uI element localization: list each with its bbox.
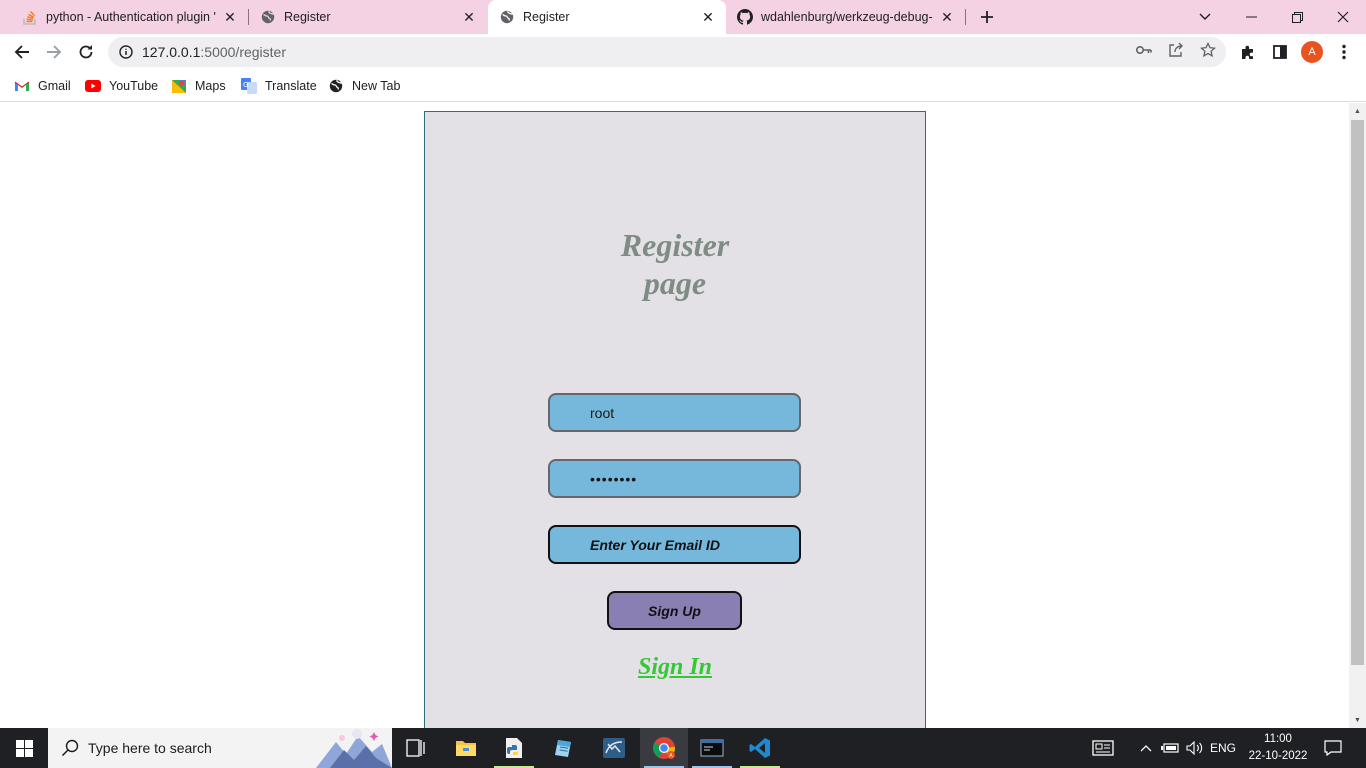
tab-title: Register [523, 10, 570, 24]
tab-close-icon[interactable]: ✕ [700, 9, 716, 25]
page-title-line2: page [643, 265, 707, 301]
tab-strip: python - Authentication plugin 'c ✕ Regi… [0, 0, 1366, 34]
windows-taskbar: Type here to search A ENG 11:00 22-10-20… [0, 728, 1366, 768]
page-viewport: Register page root •••••••• Enter Your E… [0, 103, 1349, 728]
tab-title: wdahlenburg/werkzeug-debug-c [761, 10, 933, 24]
system-clock[interactable]: 11:00 22-10-2022 [1236, 731, 1320, 765]
vertical-scrollbar[interactable]: ▲ ▼ [1349, 103, 1366, 728]
side-panel-icon[interactable] [1270, 42, 1290, 62]
clock-date: 22-10-2022 [1248, 750, 1308, 762]
language-indicator[interactable]: ENG [1208, 728, 1238, 768]
reload-icon[interactable] [72, 38, 100, 66]
clock-time: 11:00 [1264, 733, 1292, 745]
scroll-thumb[interactable] [1351, 120, 1364, 665]
restore-icon[interactable] [1274, 0, 1320, 34]
register-card: Register page root •••••••• Enter Your E… [424, 111, 926, 728]
bookmark-translate[interactable]: G Translate [241, 76, 317, 96]
share-icon[interactable] [1167, 41, 1185, 59]
bookmark-label: YouTube [109, 79, 159, 93]
page-title-line1: Register [620, 227, 730, 263]
url-host: 127.0.0.1 [142, 44, 201, 60]
translate-icon: G [241, 78, 257, 94]
new-tab-plus-icon[interactable] [975, 5, 999, 29]
bookmark-label: New Tab [352, 79, 401, 93]
profile-avatar[interactable]: A [1301, 41, 1323, 63]
close-window-icon[interactable] [1320, 0, 1366, 34]
mysql-workbench-icon[interactable] [590, 728, 638, 768]
bookmark-label: Maps [195, 79, 226, 93]
show-hidden-icons-chevron-icon[interactable] [1137, 728, 1155, 768]
tab-register-active[interactable]: Register ✕ [488, 0, 726, 34]
globe-icon [328, 78, 344, 94]
tab-register[interactable]: Register ✕ [249, 0, 487, 34]
key-icon[interactable] [1135, 41, 1153, 59]
tab-close-icon[interactable]: ✕ [939, 9, 955, 25]
search-icon [60, 738, 80, 758]
menu-kebab-icon[interactable] [1334, 42, 1354, 62]
vscode-icon[interactable] [736, 728, 784, 768]
news-widget-icon[interactable] [1088, 728, 1118, 768]
tab-stackoverflow[interactable]: python - Authentication plugin 'c ✕ [0, 0, 248, 34]
svg-text:G: G [243, 81, 248, 89]
search-highlight-illustration-icon [312, 728, 392, 768]
forward-arrow-icon[interactable] [40, 38, 68, 66]
notepad-icon[interactable] [540, 728, 588, 768]
notification-center-icon[interactable] [1318, 728, 1348, 768]
minimize-icon[interactable] [1228, 0, 1274, 34]
tab-close-icon[interactable]: ✕ [461, 9, 477, 25]
stackoverflow-icon [22, 9, 38, 25]
svg-text:A: A [669, 753, 673, 759]
globe-icon [260, 9, 276, 25]
browser-toolbar: 127.0.0.1:5000/register A [0, 34, 1366, 70]
maps-icon [171, 78, 187, 94]
bookmark-maps[interactable]: Maps [171, 76, 226, 96]
bookmark-star-icon[interactable] [1199, 41, 1217, 59]
gmail-icon [14, 78, 30, 94]
bookmark-label: Translate [265, 79, 317, 93]
site-info-icon[interactable] [118, 44, 134, 60]
search-placeholder: Type here to search [88, 740, 212, 756]
sign-up-button[interactable]: Sign Up [607, 591, 742, 630]
windows-start-icon[interactable] [0, 728, 48, 768]
taskbar-search-box[interactable]: Type here to search [48, 728, 392, 768]
battery-icon[interactable] [1159, 728, 1181, 768]
task-view-icon[interactable] [392, 728, 440, 768]
volume-icon[interactable] [1184, 728, 1206, 768]
bookmark-gmail[interactable]: Gmail [14, 76, 71, 96]
bookmarks-bar: Gmail YouTube Maps G Translate New Tab [0, 70, 1366, 102]
tab-github[interactable]: wdahlenburg/werkzeug-debug-c ✕ [727, 0, 965, 34]
github-icon [737, 9, 753, 25]
chrome-icon[interactable]: A [640, 728, 688, 768]
password-input[interactable]: •••••••• [548, 459, 801, 498]
bookmark-label: Gmail [38, 79, 71, 93]
tab-search-chevron-icon[interactable] [1182, 0, 1228, 34]
tab-title: Register [284, 10, 331, 24]
username-input[interactable]: root [548, 393, 801, 432]
python-idle-icon[interactable] [490, 728, 538, 768]
address-bar[interactable]: 127.0.0.1:5000/register [108, 37, 1226, 67]
bookmark-new-tab[interactable]: New Tab [328, 76, 400, 96]
email-input[interactable]: Enter Your Email ID [548, 525, 801, 564]
sign-in-link[interactable]: Sign In [425, 654, 925, 681]
page-title: Register page [425, 226, 925, 302]
tab-close-icon[interactable]: ✕ [222, 9, 238, 25]
file-explorer-icon[interactable] [442, 728, 490, 768]
youtube-icon [85, 78, 101, 94]
scroll-down-arrow-icon[interactable]: ▼ [1349, 712, 1366, 728]
extensions-puzzle-icon[interactable] [1238, 42, 1258, 62]
url-text: 127.0.0.1:5000/register [142, 44, 286, 60]
bookmark-youtube[interactable]: YouTube [85, 76, 158, 96]
scroll-up-arrow-icon[interactable]: ▲ [1349, 103, 1366, 119]
globe-icon [499, 9, 515, 25]
tab-title: python - Authentication plugin 'c [46, 10, 216, 24]
tab-separator [965, 9, 966, 25]
url-path: :5000/register [200, 44, 286, 60]
terminal-icon[interactable] [688, 728, 736, 768]
back-arrow-icon[interactable] [8, 38, 36, 66]
